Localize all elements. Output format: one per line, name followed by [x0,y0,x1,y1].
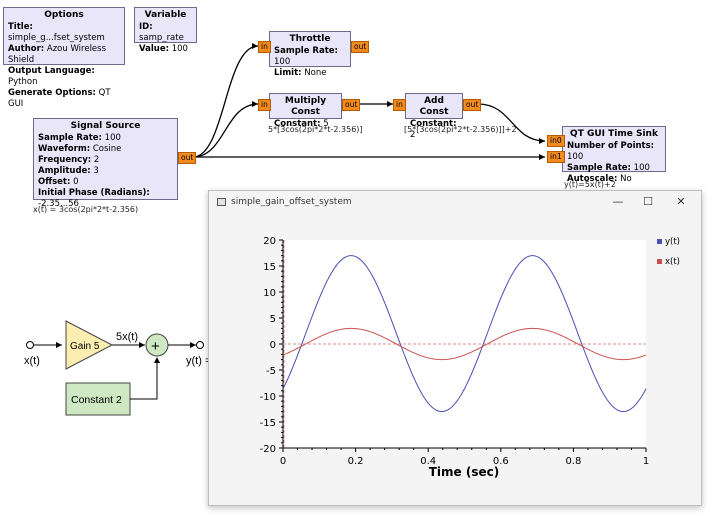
time-sink-window[interactable]: simple_gain_offset_system — ☐ ✕ -20 -15 -1… [208,190,702,506]
multiply-expression: 5*[3cos(2pi*2*t-2.356)] [268,125,363,134]
sink-in1-port[interactable]: in1 [547,151,565,163]
add-out-port[interactable]: out [463,99,482,111]
add-title: Add Const [419,96,449,117]
input-node [26,341,34,349]
sink-title: QT GUI Time Sink [570,129,658,139]
legend-swatch [657,239,662,244]
source-row-frequency: Frequency: 2 [38,155,100,165]
variable-block[interactable]: Variable ID: samp_rate Value: 100 [134,7,197,54]
add-expression: [5*[3cos(2pi*2*t-2.356)]]+2 [404,125,517,134]
source-title: Signal Source [70,121,141,131]
x-tick-label: 1 [643,456,649,467]
y-tick-label: -15 [260,418,276,429]
throttle-block[interactable]: Throttle Sample Rate: 100 Limit: None [269,31,351,78]
source-row-rate: Sample Rate: 100 [38,133,121,143]
arrow-sink-in1 [539,154,545,160]
source-expression: x(t) = 3cos(2pi*2*t-2.356) [33,205,139,214]
y-tick-label: -20 [260,444,276,455]
multiply-const-block[interactable]: Multiply Const Constant: 5 [269,93,342,129]
options-row-author: Author: Azou Wireless Shield [8,44,107,65]
options-row-generate: Generate Options: QT GUI [8,88,111,109]
time-sink-block[interactable]: QT GUI Time Sink Number of Points: 100 S… [562,126,666,184]
variable-row-value: Value: 100 [139,44,188,54]
minimize-button[interactable]: — [607,194,629,210]
throttle-row-rate: Sample Rate: 100 [274,46,338,67]
output-arrow [190,342,196,348]
window-title: simple_gain_offset_system [231,197,352,207]
gain-out-label: 5x(t) [116,331,138,343]
throttle-title: Throttle [289,34,331,44]
multiply-title: Multiply Const [284,96,327,117]
variable-title: Variable [144,10,187,20]
gain-out-arrow [139,342,145,348]
x-tick-label: 0.2 [348,456,364,467]
throttle-row-limit: Limit: None [274,68,327,78]
constant-label: Constant 2 [71,394,122,406]
source-row-waveform: Waveform: Cosine [38,144,122,154]
sum-symbol: + [151,338,160,355]
wire-add-sink [477,103,546,142]
throttle-in-port[interactable]: in [258,41,271,53]
y-tick-label: 10 [263,288,276,299]
plot-legend: y(t) x(t) [657,237,680,267]
source-row-offset: Offset: 0 [38,177,79,187]
y-tick-label: 15 [263,262,276,273]
multiply-in-port[interactable]: in [258,99,271,111]
window-app-icon [217,198,226,206]
y-tick-label: 20 [263,236,276,247]
multiply-out-port[interactable]: out [342,99,361,111]
sink-row-rate: Sample Rate: 100 [567,163,650,173]
y-tick-label: 5 [270,314,276,325]
wire-source-throttle [192,45,259,158]
options-title: Options [44,10,84,20]
close-button[interactable]: ✕ [670,194,692,210]
legend-swatch [657,259,662,264]
input-label: x(t) [24,355,40,367]
plot-axes: -20-15-10-5051015200 0.2 0.4 0.6 0.8 1 [260,236,650,467]
legend-label: y(t) [665,237,680,247]
x-tick-label: 0.8 [565,456,581,467]
input-arrow [56,342,62,348]
options-row-title: Title: simple_g...fset_system [8,22,105,43]
add-const-block[interactable]: Add Const Constant: 2 [405,93,463,140]
y-tick-label: -10 [260,392,276,403]
maximize-button[interactable]: ☐ [637,194,659,210]
source-row-amplitude: Amplitude: 3 [38,166,99,176]
sink-row-points: Number of Points: 100 [567,141,655,162]
constant-line [130,359,158,400]
variable-row-id: ID: samp_rate [139,22,184,43]
y-tick-label: 0 [270,340,276,351]
source-out-port[interactable]: out [178,152,197,164]
output-node [196,341,204,349]
sink-expression: y(t)=5x(t)+2 [564,180,616,189]
options-row-language: Output Language: Python [8,66,95,87]
sink-in0-port[interactable]: in0 [547,135,565,147]
x-tick-label: 0 [280,456,286,467]
constant-arrow [154,357,160,363]
x-axis-label: Time (sec) [429,465,499,479]
y-tick-label: -5 [266,366,276,377]
add-in-port[interactable]: in [393,99,406,111]
gain-label: Gain 5 [70,341,100,352]
signal-source-block[interactable]: Signal Source Sample Rate: 100 Waveform:… [33,118,178,209]
options-block[interactable]: Options Title: simple_g...fset_system Au… [3,7,125,109]
time-plot: -20-15-10-5051015200 0.2 0.4 0.6 0.8 1 y(t)x(… [260,236,680,479]
throttle-out-port[interactable]: out [351,41,370,53]
legend-label: x(t) [665,257,680,267]
wire-source-multiply [192,103,259,158]
arrow-sink-in0 [539,138,545,144]
